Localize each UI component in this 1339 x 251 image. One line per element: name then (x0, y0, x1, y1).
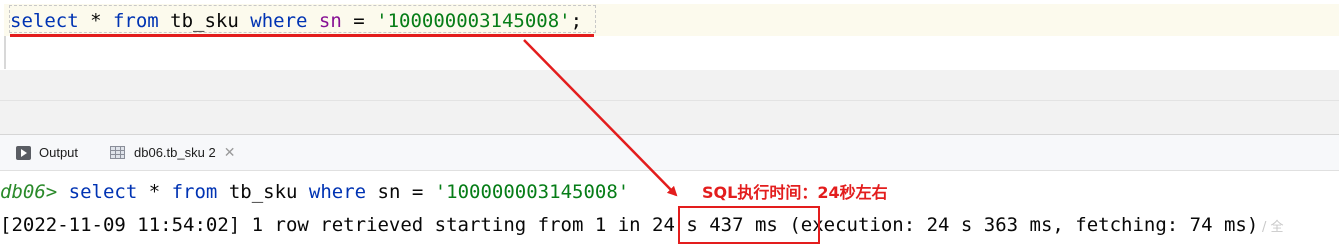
arrow-line (523, 39, 678, 197)
annotation-arrow (523, 39, 678, 197)
